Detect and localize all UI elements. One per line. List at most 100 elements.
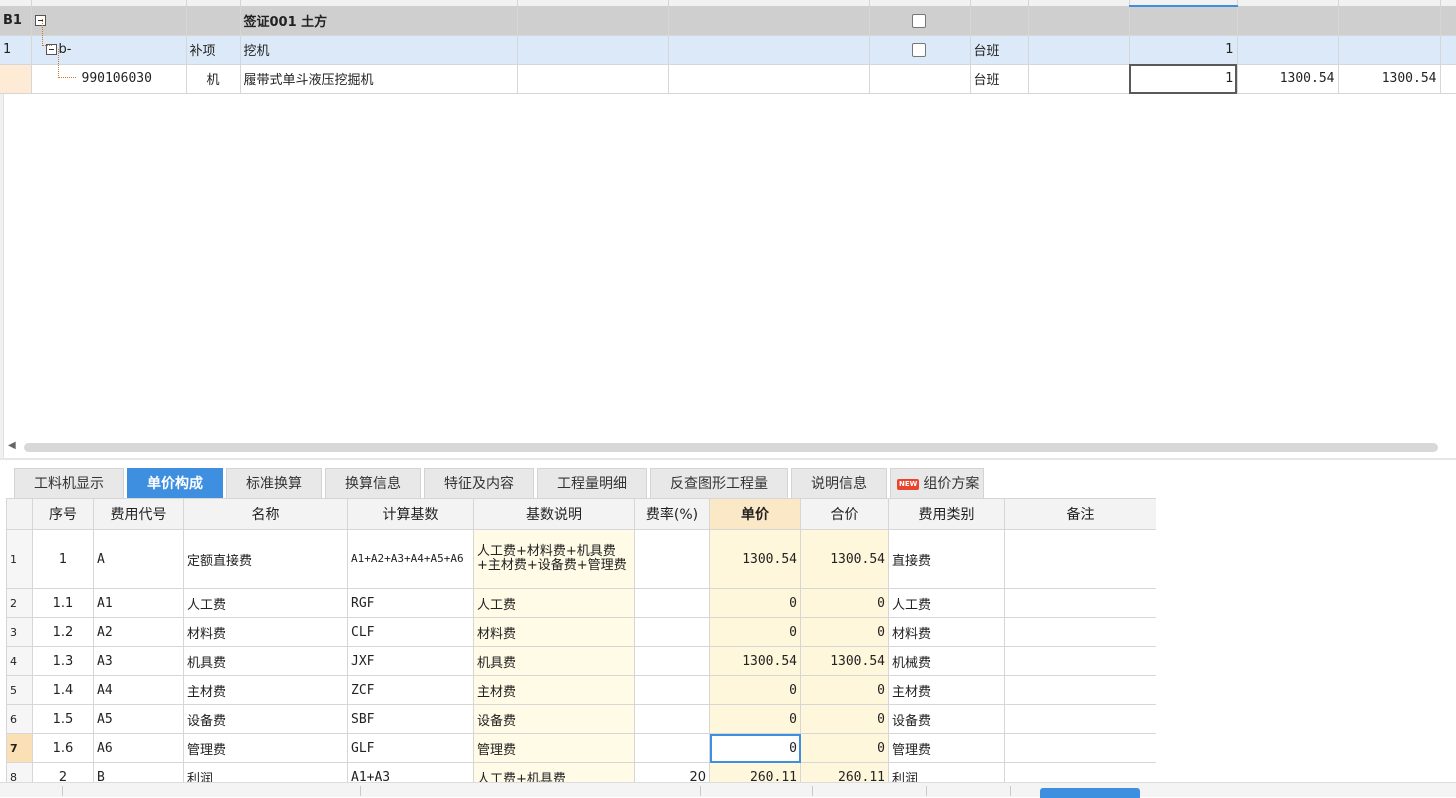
tab-standard-conversion[interactable]: 标准换算 (226, 468, 322, 498)
cell-total[interactable]: 260.11 (800, 762, 889, 782)
cell-category[interactable]: 管理费 (888, 733, 1005, 763)
cell-rate[interactable] (634, 646, 710, 676)
cell-note[interactable] (1004, 762, 1156, 782)
col-header[interactable]: 费用类别 (888, 498, 1005, 530)
table-row[interactable]: 1 1 A 定额直接费 A1+A2+A3+A4+A5+A6 人工费+材料费+机具… (6, 529, 1156, 589)
col-header[interactable]: 基数说明 (473, 498, 635, 530)
cell-rate[interactable] (634, 529, 710, 589)
cell-total[interactable]: 1300.54 (800, 646, 889, 676)
cell-seq[interactable]: 1.3 (32, 646, 94, 676)
col-header[interactable]: 名称 (183, 498, 348, 530)
col-header[interactable]: 单价 (709, 498, 801, 530)
cell-desc[interactable]: 主材费 (473, 675, 635, 705)
cell-desc[interactable]: 人工费 (473, 588, 635, 618)
cell-rate[interactable] (634, 733, 710, 763)
corner-cell[interactable] (6, 498, 33, 530)
cell-name[interactable]: 机具费 (183, 646, 348, 676)
horizontal-scrollbar[interactable]: ◀ (6, 440, 1446, 454)
cell-name[interactable]: 设备费 (183, 704, 348, 734)
cell-desc[interactable]: 机具费 (473, 646, 635, 676)
cell-seq[interactable]: 1 (32, 529, 94, 589)
cell-note[interactable] (1004, 646, 1156, 676)
table-row[interactable]: 6 1.5 A5 设备费 SBF 设备费 0 0 设备费 (6, 704, 1156, 734)
cell-desc[interactable]: 设备费 (473, 704, 635, 734)
cell-rate[interactable] (634, 675, 710, 705)
col-header[interactable]: 计算基数 (347, 498, 474, 530)
cell-base[interactable]: JXF (347, 646, 474, 676)
cell-name[interactable]: 主材费 (183, 675, 348, 705)
cell-code[interactable]: A5 (93, 704, 184, 734)
cell-rate[interactable] (634, 704, 710, 734)
cell-total[interactable]: 1300.54 (800, 529, 889, 589)
cell-price[interactable]: 0 (709, 704, 801, 734)
cell-code[interactable]: B (93, 762, 184, 782)
scrollbar-thumb[interactable] (24, 443, 1438, 452)
tree-cell[interactable] (31, 6, 187, 36)
table-row[interactable]: 1 b- 补项 挖机 台班 1 (0, 35, 1456, 65)
cell-total[interactable]: 0 (800, 617, 889, 647)
item-name[interactable]: 签证001 土方 (240, 6, 518, 36)
table-row[interactable]: 4 1.3 A3 机具费 JXF 机具费 1300.54 1300.54 机械费 (6, 646, 1156, 676)
cell-note[interactable] (1004, 617, 1156, 647)
tab-material-display[interactable]: 工料机显示 (14, 468, 124, 498)
cell-price[interactable]: 0 (709, 617, 801, 647)
tree-cell[interactable]: b- (31, 35, 187, 65)
cell-price[interactable]: 0 (709, 733, 801, 763)
cell-price[interactable]: 260.11 (709, 762, 801, 782)
cell-code[interactable]: A (93, 529, 184, 589)
tab-description[interactable]: 说明信息 (791, 468, 887, 498)
cell-category[interactable]: 机械费 (888, 646, 1005, 676)
cell-total[interactable]: 0 (800, 588, 889, 618)
cell-desc[interactable]: 管理费 (473, 733, 635, 763)
cell-base[interactable]: SBF (347, 704, 474, 734)
cell-total[interactable]: 0 (800, 704, 889, 734)
cell-name[interactable]: 管理费 (183, 733, 348, 763)
cell-name[interactable]: 利润 (183, 762, 348, 782)
cell-base[interactable]: A1+A3 (347, 762, 474, 782)
table-row[interactable]: B1 签证001 土方 (0, 6, 1456, 36)
cell-code[interactable]: A4 (93, 675, 184, 705)
scroll-left-icon[interactable]: ◀ (8, 440, 16, 451)
checkbox[interactable] (911, 42, 926, 57)
table-row[interactable]: 7 1.6 A6 管理费 GLF 管理费 0 0 管理费 (6, 733, 1156, 763)
cell-price[interactable]: 1300.54 (709, 646, 801, 676)
cell-note[interactable] (1004, 704, 1156, 734)
cell-desc[interactable]: 人工费+材料费+机具费+主材费+设备费+管理费 (473, 529, 635, 589)
panel-divider[interactable] (0, 458, 1456, 460)
cell-total[interactable]: 0 (800, 733, 889, 763)
tab-pricing-plan[interactable]: NEW 组价方案 (890, 468, 985, 498)
cell-rate[interactable] (634, 617, 710, 647)
tab-unit-price[interactable]: 单价构成 (127, 468, 223, 498)
cell-category[interactable]: 直接费 (888, 529, 1005, 589)
table-row[interactable]: 990106030 机 履带式单斗液压挖掘机 台班 1 1300.54 1300… (0, 64, 1456, 95)
cell-category[interactable]: 材料费 (888, 617, 1005, 647)
cell-price[interactable]: 0 (709, 588, 801, 618)
item-qty[interactable] (1129, 6, 1238, 36)
cell-note[interactable] (1004, 675, 1156, 705)
cell-name[interactable]: 材料费 (183, 617, 348, 647)
cell-code[interactable]: A6 (93, 733, 184, 763)
cell-base[interactable]: GLF (347, 733, 474, 763)
cell-category[interactable]: 设备费 (888, 704, 1005, 734)
tab-quantity-detail[interactable]: 工程量明细 (537, 468, 647, 498)
cell-name[interactable]: 定额直接费 (183, 529, 348, 589)
cell-seq[interactable]: 1.6 (32, 733, 94, 763)
cell-seq[interactable]: 1.4 (32, 675, 94, 705)
cell-code[interactable]: A3 (93, 646, 184, 676)
col-header[interactable]: 备注 (1004, 498, 1156, 530)
checkbox-cell[interactable] (869, 6, 971, 36)
cell-seq[interactable]: 2 (32, 762, 94, 782)
checkbox[interactable] (911, 13, 926, 28)
checkbox-cell[interactable] (869, 35, 971, 65)
cell-name[interactable]: 人工费 (183, 588, 348, 618)
cell-seq[interactable]: 1.2 (32, 617, 94, 647)
col-header[interactable]: 序号 (32, 498, 94, 530)
col-header[interactable]: 费用代号 (93, 498, 184, 530)
cell-desc[interactable]: 材料费 (473, 617, 635, 647)
item-name[interactable]: 挖机 (240, 35, 518, 65)
cell-desc[interactable]: 人工费+机具费 (473, 762, 635, 782)
table-row[interactable]: 8 2 B 利润 A1+A3 人工费+机具费 20 260.11 260.11 … (6, 762, 1156, 782)
cell-note[interactable] (1004, 588, 1156, 618)
cell-category[interactable]: 利润 (888, 762, 1005, 782)
col-header[interactable]: 合价 (800, 498, 889, 530)
